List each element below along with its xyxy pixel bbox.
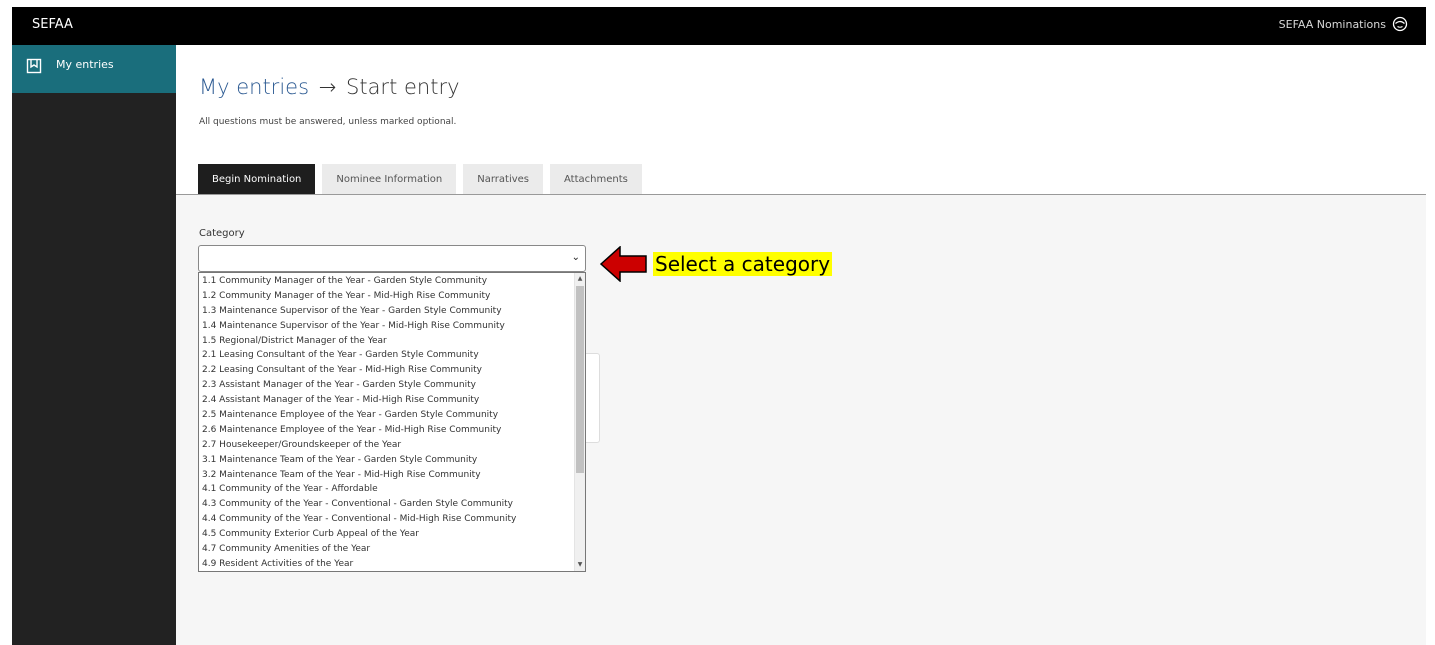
scrollbar-thumb[interactable]: [576, 286, 584, 473]
tab-attachments[interactable]: Attachments: [550, 164, 642, 195]
category-option[interactable]: 2.2 Leasing Consultant of the Year - Mid…: [199, 363, 575, 378]
category-option[interactable]: 2.6 Maintenance Employee of the Year - M…: [199, 423, 575, 438]
breadcrumb-current: Start entry: [346, 75, 460, 99]
category-option[interactable]: 4.1 Community of the Year - Affordable: [199, 482, 575, 497]
page-header: My entries → Start entry All questions m…: [176, 45, 1426, 195]
user-avatar-icon: [1392, 16, 1408, 32]
user-menu-label: SEFAA Nominations: [1278, 17, 1386, 31]
category-option[interactable]: 4.3 Community of the Year - Conventional…: [199, 497, 575, 512]
dropdown-scrollbar[interactable]: ▲ ▼: [574, 273, 585, 571]
breadcrumb-my-entries[interactable]: My entries: [199, 75, 309, 99]
app-frame: SEFAA SEFAA Nominations My entries My en…: [12, 7, 1426, 645]
brand-logo[interactable]: SEFAA: [32, 17, 73, 32]
annotation-text: Select a category: [653, 252, 833, 276]
chevron-down-icon: ⌄: [571, 252, 580, 263]
category-dropdown-list[interactable]: 1.1 Community Manager of the Year - Gard…: [198, 272, 586, 572]
category-option[interactable]: 4.5 Community Exterior Curb Appeal of th…: [199, 527, 575, 542]
annotation-callout: Select a category: [600, 246, 833, 282]
page-title: My entries → Start entry: [199, 75, 460, 99]
category-option[interactable]: 1.5 Regional/District Manager of the Yea…: [199, 334, 575, 349]
user-menu[interactable]: SEFAA Nominations: [1279, 16, 1408, 32]
scroll-up-icon[interactable]: ▲: [575, 273, 585, 285]
category-option[interactable]: 1.3 Maintenance Supervisor of the Year -…: [199, 304, 575, 319]
sidebar: My entries: [12, 45, 176, 645]
tab-bar: Begin Nomination Nominee Information Nar…: [198, 164, 642, 195]
tab-nominee-information[interactable]: Nominee Information: [322, 164, 457, 195]
category-option[interactable]: 2.5 Maintenance Employee of the Year - G…: [199, 408, 575, 423]
tab-narratives[interactable]: Narratives: [463, 164, 543, 195]
tab-divider: [176, 194, 1426, 195]
category-option[interactable]: 2.3 Assistant Manager of the Year - Gard…: [199, 378, 575, 393]
category-option[interactable]: 1.1 Community Manager of the Year - Gard…: [199, 274, 575, 289]
page-subtitle: All questions must be answered, unless m…: [199, 117, 457, 127]
category-label: Category: [199, 228, 245, 239]
sidebar-item-label: My entries: [56, 58, 114, 71]
category-select[interactable]: ⌄: [198, 245, 586, 272]
category-option[interactable]: 4.9 Resident Activities of the Year: [199, 557, 575, 571]
sidebar-item-my-entries[interactable]: My entries: [12, 45, 176, 93]
option-list: 1.1 Community Manager of the Year - Gard…: [199, 273, 575, 571]
category-option[interactable]: 3.2 Maintenance Team of the Year - Mid-H…: [199, 468, 575, 483]
bookmark-icon: [26, 58, 42, 74]
category-option[interactable]: 4.7 Community Amenities of the Year: [199, 542, 575, 557]
red-arrow-left-icon: [600, 246, 647, 282]
scroll-down-icon[interactable]: ▼: [575, 559, 585, 571]
category-option[interactable]: 3.1 Maintenance Team of the Year - Garde…: [199, 453, 575, 468]
category-option[interactable]: 1.2 Community Manager of the Year - Mid-…: [199, 289, 575, 304]
category-option[interactable]: 2.7 Housekeeper/Groundskeeper of the Yea…: [199, 438, 575, 453]
category-option[interactable]: 2.1 Leasing Consultant of the Year - Gar…: [199, 348, 575, 363]
category-option[interactable]: 1.4 Maintenance Supervisor of the Year -…: [199, 319, 575, 334]
top-bar: SEFAA SEFAA Nominations: [12, 7, 1426, 45]
category-option[interactable]: 2.4 Assistant Manager of the Year - Mid-…: [199, 393, 575, 408]
breadcrumb-separator: →: [318, 75, 337, 99]
main-content: My entries → Start entry All questions m…: [176, 45, 1426, 645]
category-option[interactable]: 4.4 Community of the Year - Conventional…: [199, 512, 575, 527]
tab-begin-nomination[interactable]: Begin Nomination: [198, 164, 316, 195]
